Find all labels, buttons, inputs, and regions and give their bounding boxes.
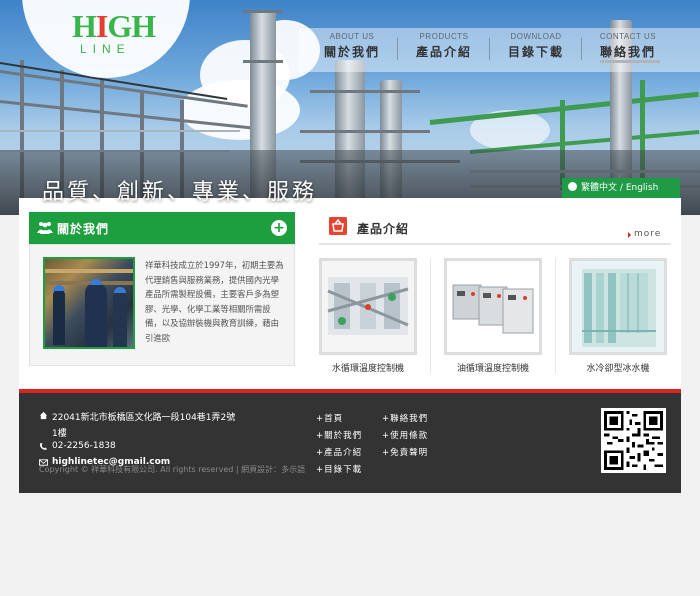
- product-card-oil-temp-controller[interactable]: [444, 258, 542, 355]
- link-prefix: +: [382, 414, 391, 424]
- link-label: 聯絡我們: [390, 414, 429, 424]
- link-label: 目錄下載: [324, 465, 363, 475]
- nav-contact-us-zh: 聯絡我們: [599, 45, 656, 59]
- lang-zh-link[interactable]: 繁體中文: [581, 183, 617, 193]
- nav-about-us[interactable]: ABOUT US 關於我們: [306, 32, 398, 60]
- product-image-oil-temp-controller: [447, 261, 539, 352]
- site-logo[interactable]: HIGH LINE: [72, 8, 156, 60]
- link-label: 免責聲明: [390, 448, 429, 458]
- about-section-title: 關於我們: [57, 222, 110, 236]
- about-intro-text: 祥華科技成立於1997年，初期主要為代理銷售與服務業務，提供國內光學產品所需製程…: [145, 260, 284, 343]
- link-prefix: +: [316, 448, 325, 458]
- about-section-header: 關於我們 +: [29, 212, 295, 244]
- qr-code-icon: [604, 411, 663, 470]
- footer-address-line2: 1樓: [52, 429, 67, 439]
- basket-icon: [329, 217, 347, 235]
- nav-products[interactable]: PRODUCTS 產品介紹: [398, 32, 490, 60]
- people-icon: [37, 222, 53, 234]
- footer-link-download[interactable]: +目錄下載: [316, 463, 362, 475]
- footer-link-disclaimer[interactable]: +免責聲明: [382, 446, 428, 458]
- nav-about-us-zh: 關於我們: [323, 45, 380, 59]
- nav-contact-us[interactable]: CONTACT US 聯絡我們: [582, 32, 674, 60]
- nav-download-en: DOWNLOAD: [510, 32, 562, 41]
- link-label: 關於我們: [324, 431, 363, 441]
- link-label: 首頁: [324, 414, 344, 424]
- footer-link-about[interactable]: +關於我們: [316, 429, 362, 441]
- link-prefix: +: [316, 414, 325, 424]
- products-section-title: 產品介紹: [357, 222, 410, 236]
- footer-address-line1: 22041新北市板橋區文化路一段104巷1弄2號: [52, 413, 236, 423]
- language-switcher: 繁體中文 / English: [562, 178, 680, 198]
- products-more-link[interactable]: more: [627, 229, 661, 239]
- nav-contact-us-en: CONTACT US: [599, 32, 657, 41]
- link-prefix: +: [316, 431, 325, 441]
- link-label: 使用條款: [390, 431, 429, 441]
- footer-link-terms[interactable]: +使用條款: [382, 429, 428, 441]
- product-image-water-chiller: [572, 261, 664, 352]
- nav-products-zh: 產品介紹: [415, 45, 472, 59]
- qr-code[interactable]: [601, 408, 666, 473]
- link-prefix: +: [382, 431, 391, 441]
- nav-download-zh: 目錄下載: [507, 45, 564, 59]
- logo-wordmark: HIGH: [72, 8, 156, 44]
- products-header-divider: [319, 243, 671, 245]
- link-prefix: +: [382, 448, 391, 458]
- footer-phone[interactable]: 02-2256-1838: [52, 441, 116, 451]
- link-prefix: +: [316, 465, 325, 475]
- nav-products-en: PRODUCTS: [419, 32, 469, 41]
- lang-separator: /: [619, 183, 623, 193]
- product-caption[interactable]: 水冷卻型冰水機: [558, 361, 678, 374]
- about-expand-button[interactable]: +: [271, 220, 287, 236]
- product-image-water-temp-controller: [322, 261, 414, 352]
- footer-link-contact[interactable]: +聯絡我們: [382, 412, 428, 424]
- product-card-water-temp-controller[interactable]: [319, 258, 417, 355]
- footer-copyright: Copyright © 祥華科技有限公司. All rights reserve…: [39, 465, 306, 474]
- page: ABOUT US 關於我們 PRODUCTS 產品介紹 DOWNLOAD 目錄下…: [0, 0, 700, 596]
- product-card-water-chiller[interactable]: [569, 258, 667, 355]
- product-separator: [555, 258, 556, 373]
- link-label: 產品介紹: [324, 448, 363, 458]
- phone-icon: [39, 442, 48, 450]
- globe-icon: [568, 182, 577, 191]
- footer-link-home[interactable]: +首頁: [316, 412, 343, 424]
- about-photo: [43, 257, 135, 349]
- lang-en-link[interactable]: English: [626, 183, 659, 193]
- product-separator: [430, 258, 431, 373]
- home-icon: [39, 411, 48, 420]
- site-footer: [19, 393, 681, 493]
- nav-download[interactable]: DOWNLOAD 目錄下載: [490, 32, 582, 60]
- footer-link-products[interactable]: +產品介紹: [316, 446, 362, 458]
- hero-slogan: 品質、創新、專業、服務: [42, 180, 318, 205]
- product-caption[interactable]: 油循環溫度控制機: [433, 361, 553, 374]
- nav-about-us-en: ABOUT US: [329, 32, 375, 41]
- product-caption[interactable]: 水循環溫度控制機: [308, 361, 428, 374]
- logo-subtext: LINE: [80, 42, 131, 56]
